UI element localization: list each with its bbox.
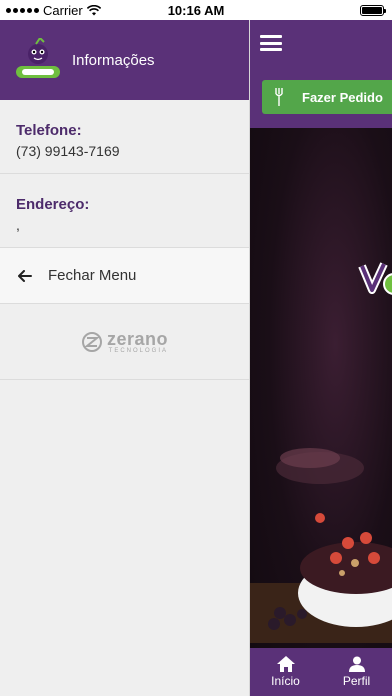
status-bar: Carrier 10:16 AM (0, 0, 392, 20)
main-content: Fazer Pedido Início Perfil (250, 20, 392, 696)
user-icon (348, 656, 365, 672)
bottom-nav: Início Perfil (250, 648, 392, 696)
zerano-name: zerano (106, 329, 169, 349)
phone-info: Telefone: (73) 99143-7169 (0, 100, 249, 174)
drawer-title: Informações (72, 51, 155, 69)
close-menu-label: Fechar Menu (48, 267, 137, 284)
utensils-icon (275, 88, 283, 106)
phone-value[interactable]: (73) 99143-7169 (16, 143, 233, 159)
brand-logo-partial (358, 262, 392, 295)
address-info: Endereço: , (0, 174, 249, 248)
nav-item-home-label: Início (271, 674, 300, 688)
side-drawer: Informações Telefone: (73) 99143-7169 En… (0, 20, 250, 696)
brand-logo (16, 38, 60, 78)
zerano-tagline: TECNOLOGIA (108, 348, 169, 354)
hamburger-menu-icon[interactable] (260, 35, 282, 51)
zerano-text: zerano TECNOLOGIA (107, 329, 168, 354)
address-value: , (16, 217, 20, 233)
acai-bowl-image (250, 448, 392, 643)
nav-item-profile[interactable]: Perfil (321, 648, 392, 696)
order-bar: Fazer Pedido (250, 66, 392, 128)
zerano-logo-icon (81, 331, 102, 352)
zerano-branding: zerano TECNOLOGIA (0, 304, 249, 380)
phone-label: Telefone: (16, 122, 82, 139)
status-time: 10:16 AM (167, 2, 225, 18)
nav-item-profile-label: Perfil (342, 674, 371, 688)
arrow-left-icon (18, 269, 32, 282)
hero-image (250, 128, 392, 668)
drawer-header: Informações (0, 20, 249, 100)
top-bar (250, 20, 392, 66)
battery-icon (360, 4, 386, 16)
home-icon (276, 656, 295, 672)
order-button[interactable]: Fazer Pedido (262, 80, 392, 114)
nav-item-home[interactable]: Início (250, 648, 321, 696)
close-menu-button[interactable]: Fechar Menu (0, 248, 249, 304)
address-label: Endereço: (16, 196, 90, 213)
order-button-label: Fazer Pedido (302, 89, 383, 105)
